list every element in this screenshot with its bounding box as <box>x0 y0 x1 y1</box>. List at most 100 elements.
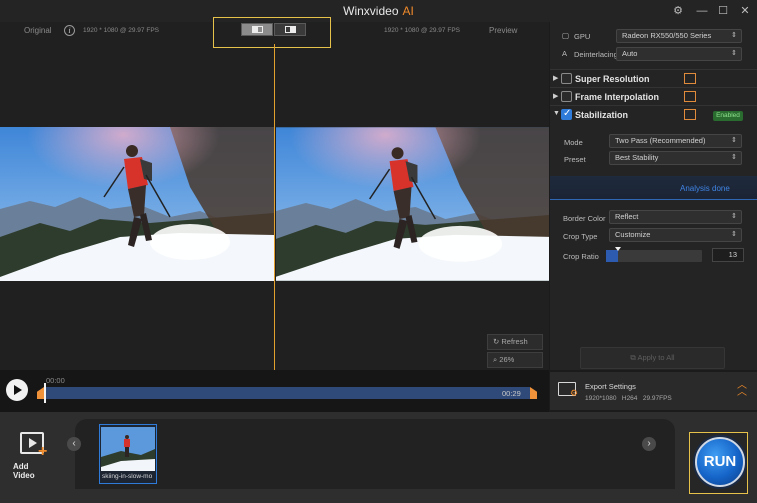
deinterlacing-label: Deinterlacing <box>574 50 618 59</box>
deinterlacing-select-value: Auto <box>622 49 638 58</box>
preview-frame-image <box>276 127 549 281</box>
thumbnail-svg <box>101 427 155 471</box>
end-time: 00:29 <box>502 389 521 398</box>
super-resolution-icon <box>684 73 696 84</box>
chevron-updown-icon: ⇕ <box>731 50 737 57</box>
gpu-chip-icon: ▢ <box>562 31 570 40</box>
gpu-row: ▢ GPU Radeon RX550/550 Series ⇕ <box>550 28 757 46</box>
enabled-badge: Enabled <box>713 111 743 121</box>
run-button[interactable]: RUN <box>695 437 745 487</box>
frame-interpolation-checkbox[interactable] <box>561 91 572 102</box>
border-color-row: Border Color Reflect ⇕ <box>550 210 757 226</box>
minimize-icon[interactable]: — <box>694 3 710 19</box>
copy-icon: ⧉ <box>630 353 636 362</box>
mode-row: Mode Two Pass (Recommended) ⇕ <box>550 134 757 150</box>
border-color-label: Border Color <box>563 214 606 223</box>
refresh-button[interactable]: ↻ Refresh <box>487 334 543 350</box>
chevron-right-icon[interactable]: › <box>642 437 656 451</box>
settings-panel: ▢ GPU Radeon RX550/550 Series ⇕ A Deinter… <box>550 22 757 370</box>
zoom-icon: ⌕ <box>493 355 498 364</box>
border-color-select-value: Reflect <box>615 212 639 221</box>
video-thumbnail[interactable]: skiing-in-slow-mo <box>99 424 157 484</box>
export-resolution: 1920*1080 <box>585 395 617 402</box>
split-view-button[interactable] <box>241 23 273 36</box>
plus-icon: + <box>38 443 48 460</box>
side-by-side-button[interactable] <box>274 23 306 36</box>
maximize-icon[interactable]: ☐ <box>715 3 731 19</box>
timeline-track[interactable] <box>44 387 530 399</box>
export-settings[interactable]: Export Settings 1920*1080 H264 29.97FPS … <box>550 372 757 410</box>
chevron-updown-icon: ⇕ <box>731 32 737 39</box>
chevron-double-up-icon[interactable]: ︿ ︿ <box>737 381 747 398</box>
play-button[interactable] <box>6 379 28 401</box>
video-strip <box>75 419 675 489</box>
preview-info: 1920 * 1080 @ 29.97 FPS <box>384 27 460 34</box>
deinterlacing-row: A Deinterlacing Auto ⇕ <box>550 46 757 64</box>
export-settings-info: 1920*1080 H264 29.97FPS <box>585 395 672 402</box>
mode-label: Mode <box>564 138 583 147</box>
feature-super-resolution[interactable]: ▶ Super Resolution <box>550 69 757 87</box>
title-bar: Winxvideo AI ⚙ — ☐ ✕ <box>0 0 757 22</box>
thumbnail-name: skiing-in-slow-mo <box>102 473 153 480</box>
super-resolution-checkbox[interactable] <box>561 73 572 84</box>
border-color-select[interactable]: Reflect ⇕ <box>609 210 742 224</box>
crop-type-select-value: Customize <box>615 230 651 239</box>
gpu-select[interactable]: Radeon RX550/550 Series ⇕ <box>616 29 742 43</box>
analysis-status-bar: Analysis done <box>550 176 757 200</box>
preset-row: Preset Best Stability ⇕ <box>550 151 757 167</box>
crop-ratio-input[interactable]: 13 <box>712 248 744 262</box>
trim-start-handle[interactable] <box>37 387 44 399</box>
add-video-label: Add Video <box>13 462 35 480</box>
original-frame-image <box>0 127 274 281</box>
original-frame <box>0 127 274 281</box>
crop-ratio-fill <box>606 250 619 262</box>
crop-ratio-slider[interactable] <box>606 247 702 262</box>
info-icon[interactable]: i <box>64 25 75 36</box>
export-settings-title: Export Settings <box>585 382 636 391</box>
camera-icon <box>684 109 696 120</box>
gpu-select-value: Radeon RX550/550 Series <box>622 31 712 40</box>
frame-interpolation-icon <box>684 91 696 102</box>
timeline: 00:00 00:29 <box>0 370 549 412</box>
compare-divider[interactable] <box>274 44 275 372</box>
export-codec: H264 <box>621 395 638 402</box>
add-video-button[interactable]: + Add Video <box>8 432 52 480</box>
app-title-text: Winxvideo <box>343 4 399 18</box>
expand-arrow-icon[interactable]: ▶ <box>553 74 558 82</box>
feature-frame-interpolation[interactable]: ▶ Frame Interpolation <box>550 87 757 105</box>
run-button-highlight: RUN <box>689 432 748 494</box>
export-fps: 29.97FPS <box>642 395 672 402</box>
crop-type-select[interactable]: Customize ⇕ <box>609 228 742 242</box>
bottom-bar: + Add Video ‹ › skiing-in-slow-mo <box>0 412 757 503</box>
stabilization-label: Stabilization <box>575 110 629 120</box>
deinterlacing-icon: A <box>562 49 568 58</box>
playhead[interactable] <box>44 383 46 403</box>
crop-ratio-label: Crop Ratio <box>563 252 599 261</box>
mode-select[interactable]: Two Pass (Recommended) ⇕ <box>609 134 742 148</box>
trim-end-handle[interactable] <box>530 387 537 399</box>
refresh-label: Refresh <box>501 337 528 346</box>
zoom-button[interactable]: ⌕ 26% <box>487 352 543 368</box>
mode-select-value: Two Pass (Recommended) <box>615 136 706 145</box>
analysis-status: Analysis done <box>680 184 730 193</box>
preset-select[interactable]: Best Stability ⇕ <box>609 151 742 165</box>
close-icon[interactable]: ✕ <box>737 3 753 19</box>
expand-arrow-icon[interactable]: ▶ <box>553 92 558 100</box>
chevron-updown-icon: ⇕ <box>731 231 737 238</box>
stabilization-checkbox[interactable] <box>561 108 572 120</box>
chevron-left-icon[interactable]: ‹ <box>67 437 81 451</box>
thumbnail-image <box>101 427 155 471</box>
deinterlacing-select[interactable]: Auto ⇕ <box>616 47 742 61</box>
chevron-updown-icon: ⇕ <box>731 137 737 144</box>
apply-to-all-button[interactable]: ⧉ Apply to All <box>580 347 725 369</box>
settings-gear-icon[interactable]: ⚙ <box>670 3 686 19</box>
feature-stabilization[interactable]: ▼ Stabilization Enabled <box>550 105 757 123</box>
split-view-icon <box>252 26 263 33</box>
preset-label: Preset <box>564 155 586 164</box>
original-label: Original <box>24 26 52 35</box>
compare-mode-highlight <box>213 17 331 48</box>
original-info: 1920 * 1080 @ 29.97 FPS <box>83 27 159 34</box>
frame-interpolation-label: Frame Interpolation <box>575 92 660 102</box>
crop-ratio-handle[interactable] <box>615 247 622 251</box>
collapse-arrow-icon[interactable]: ▼ <box>553 110 560 117</box>
